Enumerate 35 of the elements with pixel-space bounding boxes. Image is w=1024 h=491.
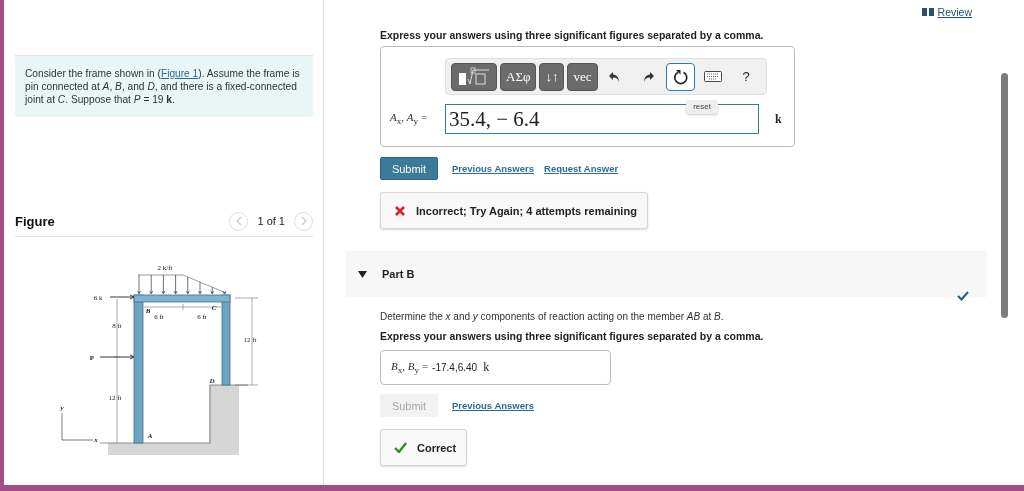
feedback-text: Correct xyxy=(417,441,457,454)
answer-label: A$_{x}$, A$_{y}$ = xyxy=(390,111,429,127)
answer-label: B$_{x}$, B$_{y}$ = xyxy=(391,359,429,376)
chevron-right-icon xyxy=(299,216,308,226)
answer-link[interactable]: Request Answer xyxy=(544,163,619,174)
reset-icon xyxy=(672,68,689,85)
toolbar-button[interactable]: vec xyxy=(567,62,598,91)
reset-tooltip: reset xyxy=(686,100,718,114)
instruction-text: Express your answers using three significant figures separated by a comma. xyxy=(380,330,764,342)
answer-link[interactable]: Previous Answers xyxy=(452,400,535,411)
part-title: Part B xyxy=(382,268,415,280)
scrollbar-thumb[interactable] xyxy=(1000,73,1008,318)
unit-label: k xyxy=(775,111,782,127)
answer-link[interactable]: Previous Answers xyxy=(452,163,535,174)
review-link[interactable]: Review xyxy=(921,6,972,18)
toolbar-button[interactable]: ΑΣφ xyxy=(500,62,537,91)
figure-title: Figure xyxy=(15,213,55,229)
problem-text: Consider the frame shown in (Figure 1). Assume the frame is pin connected at A, B, and D, and there is a fixed-connected joint at C. Suppose that P = 19 k. xyxy=(25,67,301,106)
undo-icon xyxy=(609,70,622,83)
templates-button[interactable] xyxy=(451,62,497,91)
instruction-text: Express your answers using three significant figures separated by a comma. xyxy=(380,29,764,41)
root-template-icon xyxy=(457,66,491,87)
toolbar-button[interactable]: ↓↑ xyxy=(539,62,565,91)
answer-value: -17.4,6.40 xyxy=(432,362,478,373)
help-button[interactable]: ? xyxy=(731,62,761,91)
reset-button[interactable] xyxy=(665,62,696,91)
page-counter: 1 of 1 xyxy=(257,215,285,227)
redo-icon xyxy=(641,70,654,83)
chevron-left-icon xyxy=(234,216,243,226)
book-icon xyxy=(921,8,934,16)
unit-label: k xyxy=(483,360,490,375)
feedback-text: Incorrect; Try Again; 4 attempts remaining xyxy=(416,204,637,217)
question-text: Determine the x and y components of reaction acting on the member AB at B. xyxy=(380,311,724,322)
keyboard-icon xyxy=(704,71,723,82)
submit-button[interactable]: Submit xyxy=(380,157,438,180)
